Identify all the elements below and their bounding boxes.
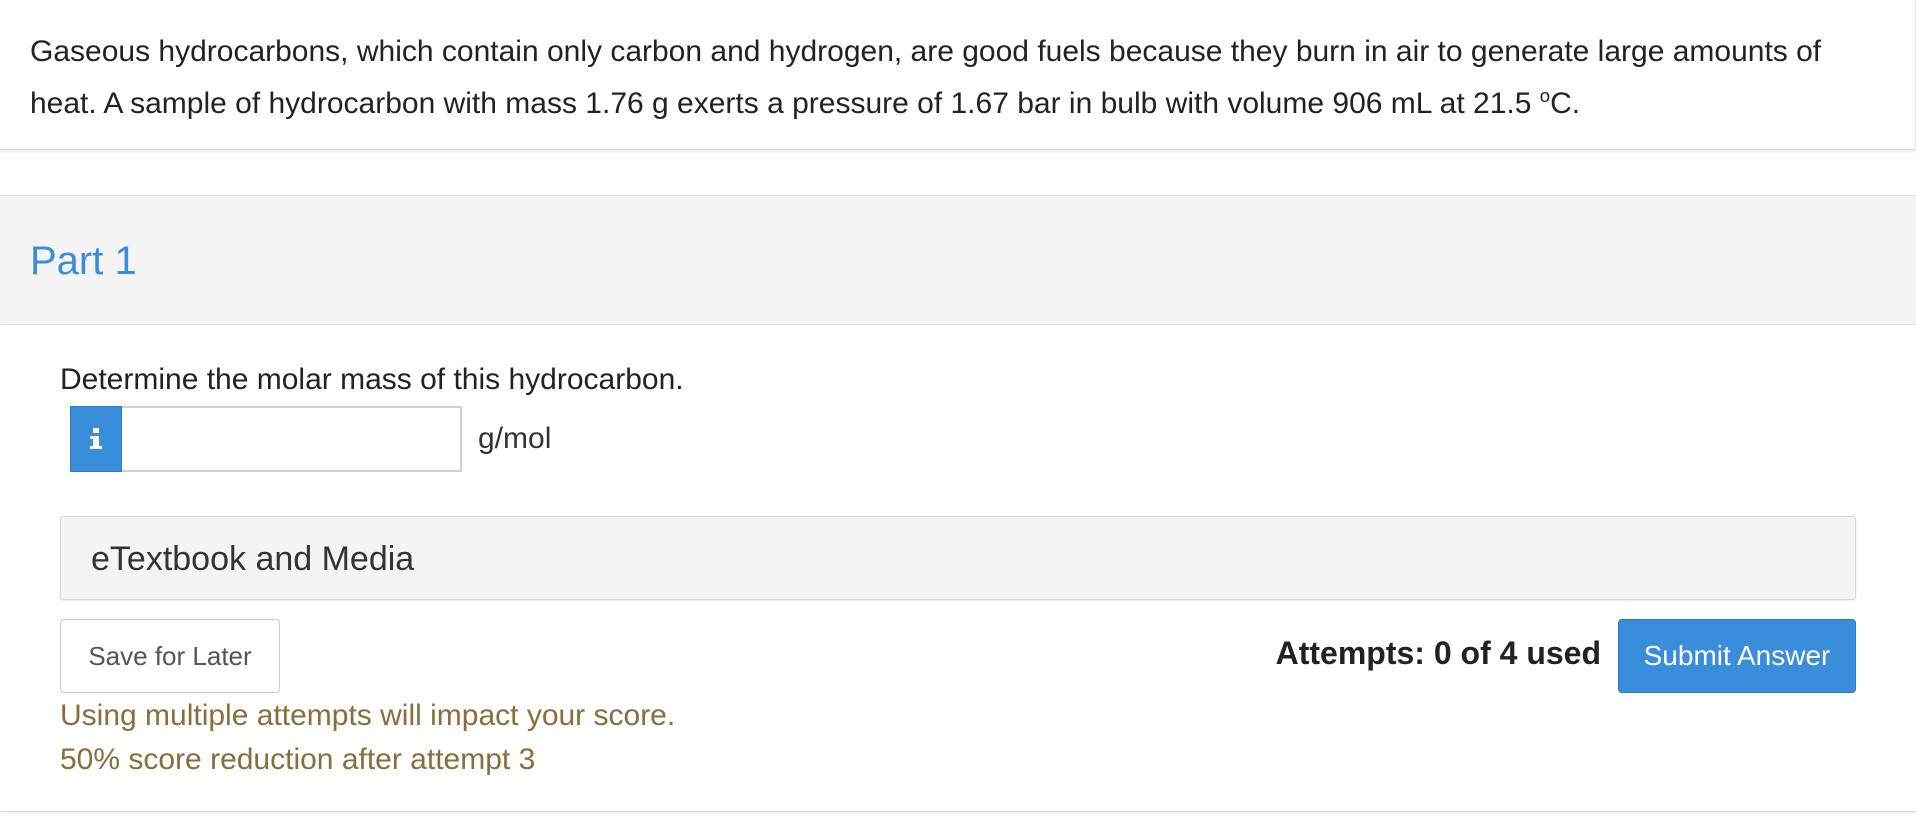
part-header: Part 1 (0, 195, 1916, 325)
attempts-warning: Using multiple attempts will impact your… (60, 699, 676, 732)
problem-statement: Gaseous hydrocarbons, which contain only… (30, 30, 1890, 126)
info-button[interactable] (70, 406, 122, 472)
part-title: Part 1 (30, 239, 137, 283)
score-reduction-note: 50% score reduction after attempt 3 (60, 743, 536, 776)
answer-row: g/mol (70, 406, 551, 472)
problem-statement-card: Gaseous hydrocarbons, which contain only… (0, 0, 1916, 150)
answer-input[interactable] (122, 406, 462, 472)
question-text: Determine the molar mass of this hydroca… (60, 363, 684, 396)
save-for-later-button[interactable]: Save for Later (60, 619, 280, 693)
part-body: Determine the molar mass of this hydroca… (0, 326, 1916, 812)
info-icon (90, 428, 102, 449)
degree-symbol: o (1539, 85, 1551, 106)
submit-answer-button[interactable]: Submit Answer (1618, 619, 1856, 693)
etextbook-media-panel[interactable]: eTextbook and Media (60, 516, 1856, 600)
unit-label: g/mol (478, 422, 552, 455)
problem-text-end: C. (1550, 87, 1581, 120)
etextbook-media-label: eTextbook and Media (91, 540, 415, 578)
attempts-counter: Attempts: 0 of 4 used (1275, 635, 1601, 671)
